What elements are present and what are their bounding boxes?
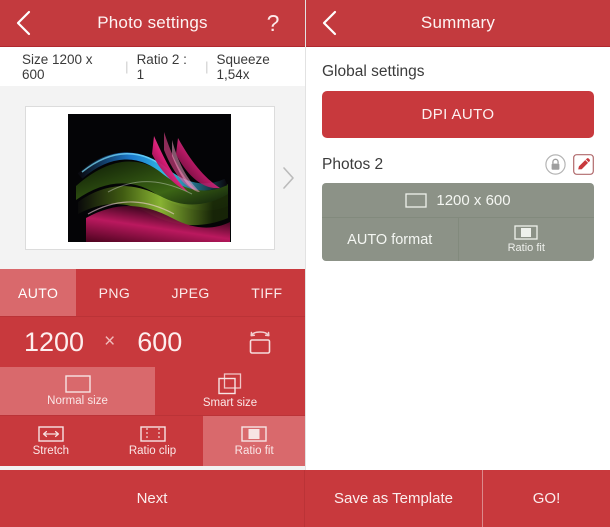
mode-ratio-fit-label: Ratio fit [234,444,274,457]
info-size: Size 1200 x 600 [22,51,93,82]
save-as-template-button[interactable]: Save as Template [305,470,483,527]
mode-ratio-clip[interactable]: Ratio clip [101,416,204,466]
tab-format-jpeg[interactable]: JPEG [153,269,229,316]
mode-stretch-label: Stretch [32,444,70,457]
summary-body: Global settings DPI AUTO Photos 2 1200 x… [306,47,610,470]
card-ratio-fit-label: Ratio fit [507,242,545,254]
back-button-right[interactable] [306,0,352,47]
card-format-label[interactable]: AUTO format [322,218,459,261]
global-settings-title: Global settings [322,63,425,80]
stacked-squares-icon [218,373,242,395]
size-mode-row-1: Normal size Smart size [0,367,305,415]
photo-summary-card: 1200 x 600 AUTO format Ratio fit [322,183,594,261]
app-root: Photo settings ? Size 1200 x 600 | Ratio… [0,0,610,527]
rotate-orientation-icon[interactable] [247,327,273,357]
mode-normal-size[interactable]: Normal size [0,367,155,415]
info-separator-1: | [125,59,129,74]
mode-smart-size[interactable]: Smart size [155,367,305,415]
tab-format-png[interactable]: PNG [76,269,152,316]
mode-ratio-clip-label: Ratio clip [128,444,177,457]
panes-container: Photo settings ? Size 1200 x 600 | Ratio… [0,0,610,470]
next-photo-arrow[interactable] [282,166,295,190]
lock-icon[interactable] [545,154,566,175]
info-separator-2: | [205,59,209,74]
fit-rect-icon [241,425,267,443]
bottom-action-bar: Next Save as Template GO! [0,470,610,527]
photo-settings-pane: Photo settings ? Size 1200 x 600 | Ratio… [0,0,306,470]
tab-format-auto[interactable]: AUTO [0,269,77,316]
info-ratio: Ratio 2 : 1 [136,51,187,82]
dpi-auto-button[interactable]: DPI AUTO [322,91,594,138]
pencil-edit-icon[interactable] [573,154,594,175]
summary-pane: Summary Global settings DPI AUTO Photos … [305,0,610,470]
fit-rect-icon [514,225,538,241]
mode-stretch[interactable]: Stretch [0,416,102,466]
card-ratio-fit[interactable]: Ratio fit [459,218,595,261]
card-size-row[interactable]: 1200 x 600 [322,183,594,218]
chevron-right-icon [282,166,295,194]
card-bottom-row: AUTO format Ratio fit [322,218,594,261]
mode-smart-size-label: Smart size [202,396,258,409]
horizontal-arrow-rect-icon [38,425,64,443]
help-button[interactable]: ? [259,0,287,47]
preview-canvas[interactable] [24,105,275,250]
chevron-left-icon [321,10,337,36]
next-button[interactable]: Next [0,470,305,527]
tab-format-tiff[interactable]: TIFF [229,269,305,316]
info-squeeze: Squeeze 1,54x [216,51,270,82]
width-input[interactable]: 1200 [24,327,84,358]
photo-thumbnail [68,113,231,242]
preview-area [0,86,305,269]
photo-settings-header: Photo settings ? [0,0,305,47]
height-input[interactable]: 600 [137,327,182,358]
mode-ratio-fit[interactable]: Ratio fit [203,416,306,466]
rectangle-icon [405,192,428,208]
photos-header-row: Photos 2 [322,154,594,175]
summary-header: Summary [306,0,610,47]
card-size-label: 1200 x 600 [436,191,511,209]
chevron-left-icon [15,10,31,36]
rectangle-icon [64,375,91,393]
dimension-row: 1200 × 600 [0,316,305,367]
dimension-multiply-symbol: × [104,331,116,352]
format-tabs: AUTO PNG JPEG TIFF [0,269,305,316]
image-info-strip: Size 1200 x 600 | Ratio 2 : 1 | Squeeze … [0,47,305,86]
dashed-crop-rect-icon [139,425,166,443]
back-button-left[interactable] [0,0,46,47]
go-button[interactable]: GO! [483,470,610,527]
mode-normal-size-label: Normal size [47,394,108,407]
photos-count-label: Photos 2 [322,155,384,173]
size-mode-row-2: Stretch Ratio clip Ratio fit [0,415,306,466]
